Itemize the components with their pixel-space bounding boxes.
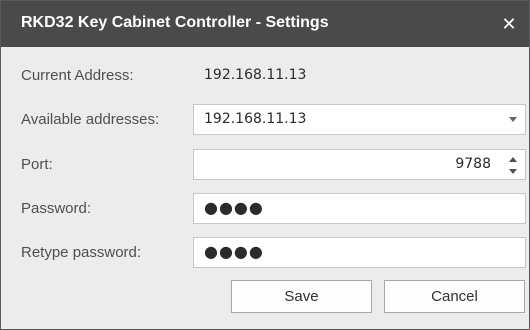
current-address-text: 192.168.11.13: [204, 67, 307, 83]
password-field[interactable]: ●●●●: [193, 193, 526, 224]
current-address-label: Current Address:: [21, 67, 134, 84]
close-icon[interactable]: ✕: [489, 1, 529, 47]
password-value: ●●●●: [204, 198, 264, 217]
spinner-control[interactable]: [507, 154, 519, 176]
save-button[interactable]: Save: [231, 280, 372, 313]
port-label: Port:: [21, 156, 53, 173]
retype-password-field[interactable]: ●●●●: [193, 237, 526, 268]
available-addresses-label: Available addresses:: [21, 111, 160, 128]
window-title: RKD32 Key Cabinet Controller - Settings: [21, 14, 329, 31]
available-addresses-dropdown[interactable]: 192.168.11.13: [193, 104, 526, 135]
available-addresses-selected: 192.168.11.13: [204, 111, 307, 127]
settings-dialog: RKD32 Key Cabinet Controller - Settings …: [0, 0, 530, 330]
password-label: Password:: [21, 200, 92, 217]
retype-password-value: ●●●●: [204, 242, 264, 261]
port-value: 9788: [455, 156, 491, 172]
current-address-value: 192.168.11.13: [193, 60, 526, 91]
cancel-button[interactable]: Cancel: [384, 280, 525, 313]
arrow-down-icon: [509, 168, 517, 174]
port-stepper[interactable]: 9788: [193, 149, 526, 180]
title-bar: RKD32 Key Cabinet Controller - Settings …: [1, 1, 529, 47]
arrow-up-icon: [509, 156, 517, 162]
retype-password-label: Retype password:: [21, 244, 142, 261]
spin-down-button[interactable]: [507, 166, 519, 176]
spin-up-button[interactable]: [507, 154, 519, 164]
chevron-down-icon[interactable]: [509, 117, 517, 122]
